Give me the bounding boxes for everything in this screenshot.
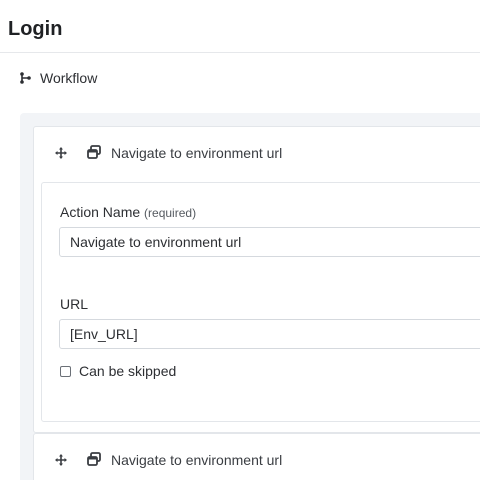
page-title: Login <box>8 18 63 40</box>
move-arrows-icon[interactable] <box>54 146 68 160</box>
step-title: Navigate to environment url <box>111 452 283 468</box>
navigate-window-icon <box>86 144 102 160</box>
navigate-window-icon <box>86 451 102 467</box>
action-name-input[interactable] <box>59 227 480 257</box>
can-be-skipped-label: Can be skipped <box>79 363 177 379</box>
url-label: URL <box>60 296 89 312</box>
can-be-skipped-checkbox[interactable] <box>60 365 71 377</box>
login-page: Login Workflow Navigate to environment u… <box>0 0 480 480</box>
step-title: Navigate to environment url <box>111 145 283 161</box>
workflow-branch-icon <box>18 71 32 85</box>
can-be-skipped-row[interactable]: Can be skipped <box>60 363 176 379</box>
workflow-step-card: Navigate to environment url <box>33 433 480 480</box>
workflow-header: Workflow <box>18 70 97 86</box>
move-arrows-icon[interactable] <box>54 453 68 467</box>
workflow-step-card: Navigate to environment url Action Name … <box>33 126 480 433</box>
action-name-label-text: Action Name <box>60 204 141 220</box>
action-name-label: Action Name (required) <box>60 204 196 220</box>
url-input[interactable] <box>59 319 480 349</box>
title-divider <box>0 52 480 53</box>
step-settings-panel: Action Name (required) URL Can be skippe… <box>41 182 480 422</box>
required-hint: (required) <box>144 206 197 220</box>
workflow-label: Workflow <box>40 70 98 86</box>
step-header[interactable]: Navigate to environment url <box>34 434 480 480</box>
step-header[interactable]: Navigate to environment url <box>34 127 480 181</box>
